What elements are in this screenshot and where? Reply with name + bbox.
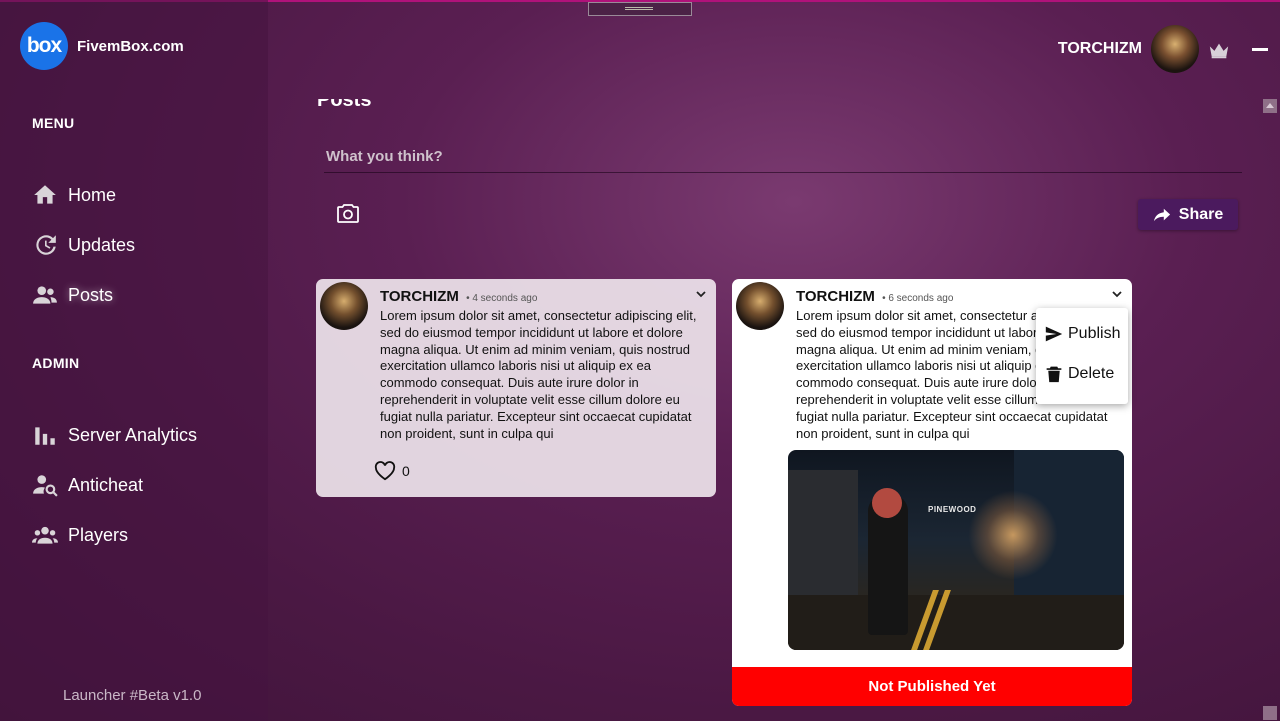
post-body: Lorem ipsum dolor sit amet, consectetur … — [380, 308, 697, 441]
post-author-name: TORCHIZM — [380, 288, 459, 305]
minimize-button[interactable] — [1252, 48, 1268, 51]
image-road — [788, 595, 1124, 650]
avatar[interactable] — [1151, 25, 1199, 73]
image-character-hood — [872, 488, 902, 518]
like-count: 0 — [402, 463, 410, 479]
share-button-label: Share — [1178, 205, 1224, 223]
sidebar-item-server-analytics[interactable]: Server Analytics — [32, 422, 197, 448]
sidebar-item-label: Updates — [68, 234, 136, 255]
like-button[interactable]: 0 — [374, 461, 410, 481]
header-username[interactable]: TORCHIZM — [1058, 40, 1142, 58]
share-arrow-icon — [1153, 208, 1170, 221]
image-sign: PINEWOOD — [928, 505, 977, 514]
sidebar-item-label: Players — [68, 524, 129, 545]
post-avatar[interactable] — [736, 282, 784, 330]
post-avatar[interactable] — [320, 282, 368, 330]
status-badge: Not Published Yet — [732, 667, 1132, 706]
camera-icon[interactable] — [336, 202, 360, 224]
delete-menu-item[interactable]: Delete — [1044, 365, 1114, 383]
players-icon — [32, 526, 58, 544]
sidebar: box FivemBox.com MENU Home Updates Posts… — [0, 0, 268, 721]
share-button[interactable]: Share — [1138, 199, 1238, 230]
post-options-menu: Publish Delete — [1036, 308, 1128, 404]
post-image[interactable]: PINEWOOD — [788, 450, 1124, 650]
publish-label: Publish — [1068, 325, 1121, 342]
sidebar-item-posts[interactable]: Posts — [32, 282, 113, 308]
admin-section-title: ADMIN — [32, 355, 80, 371]
post-timestamp: • 4 seconds ago — [466, 293, 538, 304]
sidebar-item-home[interactable]: Home — [32, 182, 116, 208]
post-composer-input[interactable] — [324, 140, 1242, 173]
scroll-up-button[interactable] — [1263, 99, 1277, 113]
image-streetlight — [968, 490, 1058, 580]
menu-section-title: MENU — [32, 115, 75, 131]
delete-label: Delete — [1068, 365, 1115, 382]
bar-chart-icon — [35, 427, 55, 445]
post-timestamp: • 6 seconds ago — [882, 293, 954, 304]
sidebar-item-label: Server Analytics — [68, 424, 198, 445]
sidebar-item-players[interactable]: Players — [32, 522, 128, 548]
app-name: FivemBox.com — [77, 37, 184, 55]
scroll-down-button[interactable] — [1263, 706, 1277, 720]
sidebar-item-updates[interactable]: Updates — [32, 232, 135, 258]
app-logo[interactable]: box FivemBox.com — [20, 22, 184, 70]
heart-icon — [374, 461, 396, 481]
sidebar-item-label: Anticheat — [68, 474, 144, 495]
chevron-down-icon[interactable] — [1112, 291, 1122, 298]
send-icon — [1045, 326, 1063, 342]
trash-icon — [1046, 366, 1062, 383]
launcher-version: Launcher #Beta v1.0 — [63, 687, 202, 704]
updates-icon — [36, 235, 56, 255]
sidebar-item-anticheat[interactable]: Anticheat — [32, 472, 143, 498]
post-author-name: TORCHIZM — [796, 288, 875, 305]
sidebar-item-label: Posts — [68, 284, 114, 305]
post-card: TORCHIZM • 4 seconds ago Lorem ipsum dol… — [316, 279, 716, 497]
post-author[interactable]: TORCHIZM • 4 seconds ago — [380, 288, 537, 305]
post-author[interactable]: TORCHIZM • 6 seconds ago — [796, 288, 953, 305]
publish-menu-item[interactable]: Publish — [1044, 325, 1120, 343]
window-drag-handle[interactable] — [588, 2, 692, 16]
home-icon — [34, 185, 56, 204]
posts-icon — [33, 286, 57, 304]
page-title: Posts — [317, 89, 372, 111]
anticheat-icon — [33, 475, 58, 497]
logo-badge: box — [20, 22, 68, 70]
sidebar-item-label: Home — [68, 184, 117, 205]
chevron-down-icon[interactable] — [696, 291, 706, 298]
crown-icon[interactable] — [1208, 40, 1230, 60]
